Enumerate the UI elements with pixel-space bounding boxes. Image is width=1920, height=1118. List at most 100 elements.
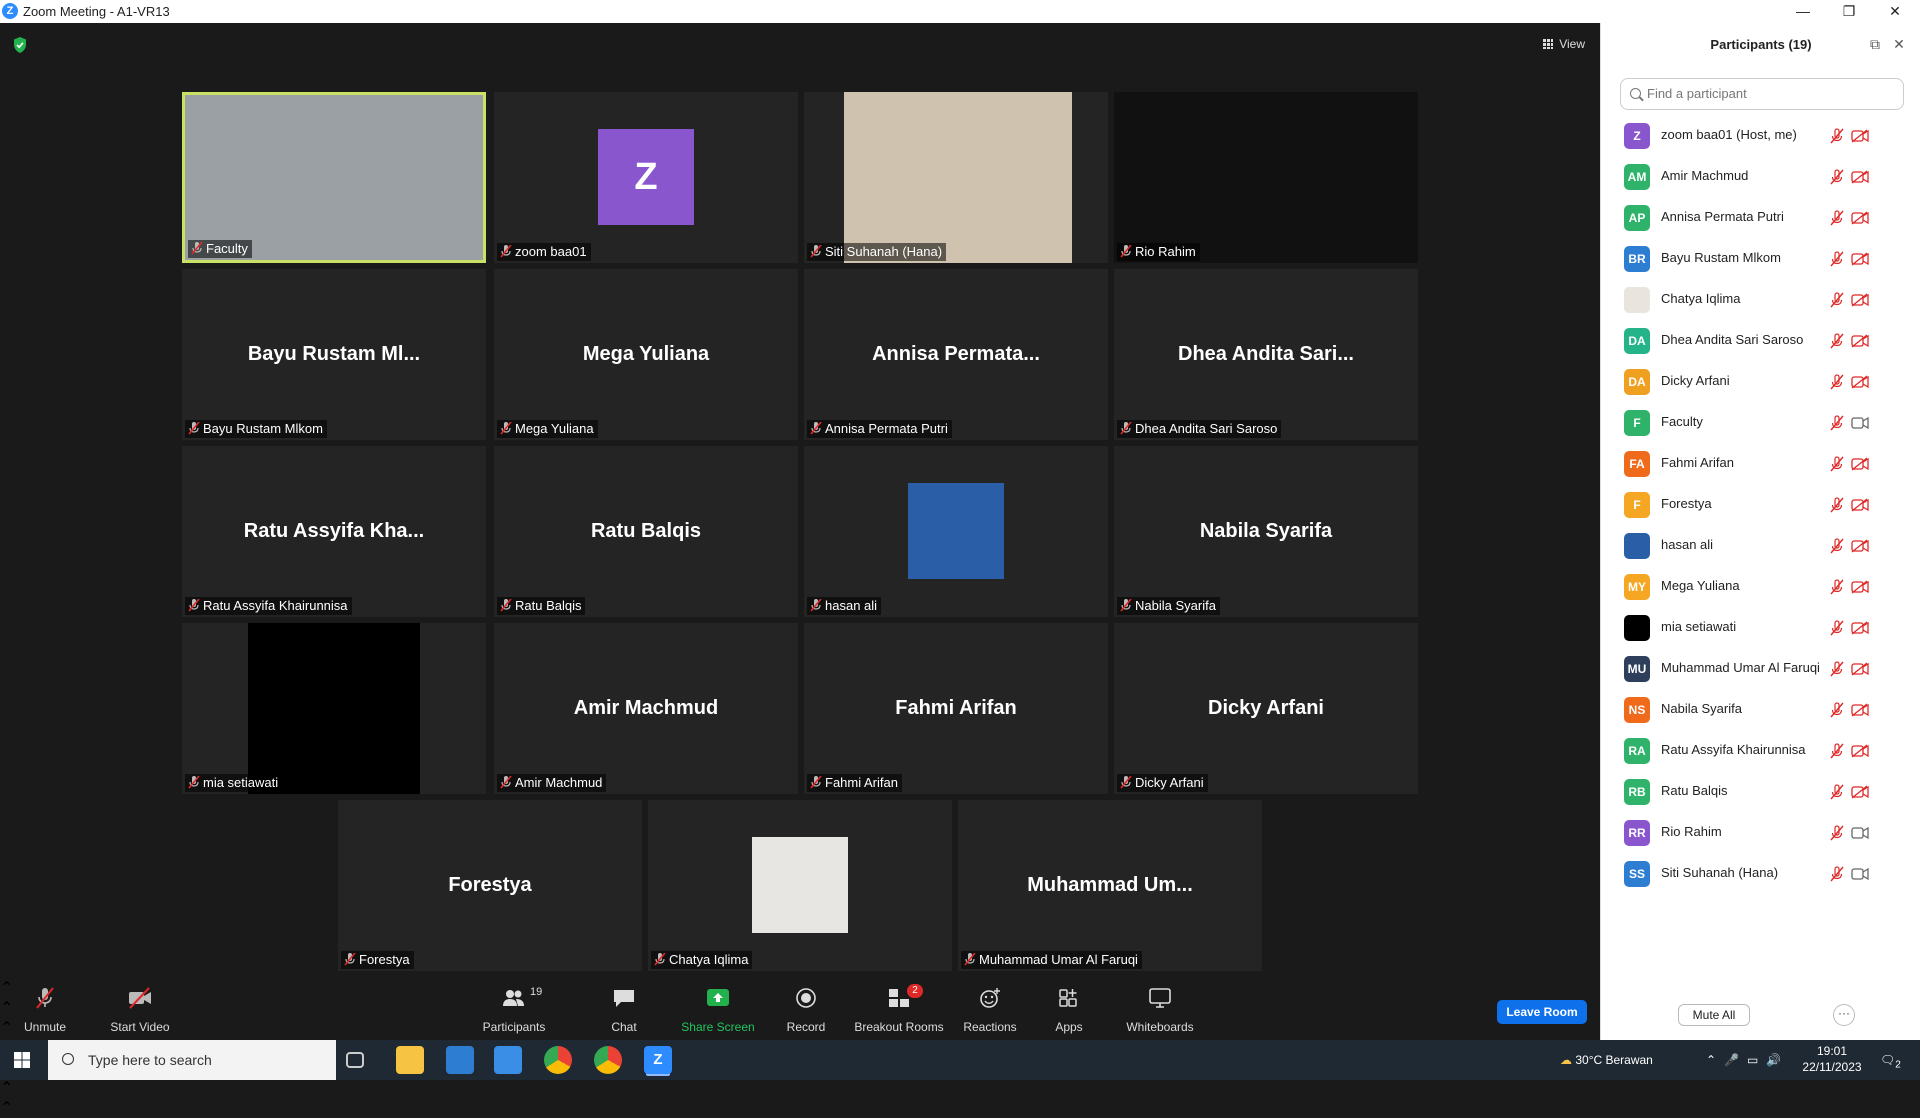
record-button[interactable]: Record: [776, 978, 836, 1040]
participant-row[interactable]: AP Annisa Permata Putri: [1601, 197, 1920, 238]
video-off-icon[interactable]: [1851, 293, 1869, 307]
video-tile[interactable]: Siti Suhanah (Hana): [804, 92, 1108, 263]
video-tile[interactable]: Faculty: [182, 92, 486, 263]
muted-mic-icon[interactable]: [1830, 825, 1844, 841]
muted-mic-icon[interactable]: [1830, 292, 1844, 308]
muted-mic-icon[interactable]: [1830, 497, 1844, 513]
apps-button[interactable]: Apps: [1044, 978, 1094, 1040]
system-tray-icons[interactable]: ⌃🎤▭🔊: [1706, 1040, 1796, 1080]
apps-options-caret[interactable]: ⌃: [0, 1078, 1600, 1098]
video-tile[interactable]: Zzoom baa01: [494, 92, 798, 263]
muted-mic-icon[interactable]: [1830, 210, 1844, 226]
zoom-taskbar-icon[interactable]: Z: [644, 1046, 672, 1074]
participant-row[interactable]: BR Bayu Rustam Mlkom: [1601, 238, 1920, 279]
video-off-icon[interactable]: [1851, 703, 1869, 717]
taskbar-search-box[interactable]: Type here to search: [48, 1040, 336, 1080]
video-tile[interactable]: Muhammad Um... Muhammad Umar Al Faruqi: [958, 800, 1262, 971]
windows-start-icon[interactable]: [14, 1052, 30, 1068]
video-off-icon[interactable]: [1851, 211, 1869, 225]
participant-row[interactable]: RR Rio Rahim: [1601, 812, 1920, 853]
muted-mic-icon[interactable]: [1830, 456, 1844, 472]
video-tile[interactable]: Ratu Balqis Ratu Balqis: [494, 446, 798, 617]
video-off-icon[interactable]: [1851, 375, 1869, 389]
muted-mic-icon[interactable]: [1830, 169, 1844, 185]
video-tile[interactable]: Rio Rahim: [1114, 92, 1418, 263]
chrome-profile-icon[interactable]: [594, 1046, 622, 1074]
muted-mic-icon[interactable]: [1830, 702, 1844, 718]
muted-mic-icon[interactable]: [1830, 743, 1844, 759]
mute-all-button[interactable]: Mute All: [1678, 1004, 1750, 1026]
muted-mic-icon[interactable]: [1830, 128, 1844, 144]
video-tile[interactable]: Dicky Arfani Dicky Arfani: [1114, 623, 1418, 794]
task-view-icon[interactable]: [346, 1052, 364, 1068]
close-panel-icon[interactable]: ✕: [1891, 36, 1907, 52]
video-on-icon[interactable]: [1851, 826, 1869, 840]
muted-mic-icon[interactable]: [1830, 538, 1844, 554]
participants-button[interactable]: 19 Participants: [472, 978, 556, 1040]
store-icon[interactable]: [446, 1046, 474, 1074]
participant-row[interactable]: F Faculty: [1601, 402, 1920, 443]
video-off-icon[interactable]: [1851, 334, 1869, 348]
video-on-icon[interactable]: [1851, 416, 1869, 430]
video-tile[interactable]: Annisa Permata... Annisa Permata Putri: [804, 269, 1108, 440]
maximize-button[interactable]: ❐: [1826, 0, 1872, 23]
video-tile[interactable]: mia setiawati: [182, 623, 486, 794]
muted-mic-icon[interactable]: [1830, 784, 1844, 800]
muted-mic-icon[interactable]: [1830, 866, 1844, 882]
video-tile[interactable]: Chatya Iqlima: [648, 800, 952, 971]
breakout-rooms-button[interactable]: 2 Breakout Rooms: [852, 978, 946, 1040]
muted-mic-icon[interactable]: [1830, 661, 1844, 677]
video-off-icon[interactable]: [1851, 744, 1869, 758]
whiteboards-button[interactable]: Whiteboards: [1120, 978, 1200, 1040]
video-tile[interactable]: Nabila Syarifa Nabila Syarifa: [1114, 446, 1418, 617]
video-off-icon[interactable]: [1851, 457, 1869, 471]
video-tile[interactable]: Fahmi Arifan Fahmi Arifan: [804, 623, 1108, 794]
view-button[interactable]: View: [1537, 33, 1589, 55]
video-tile[interactable]: Forestya Forestya: [338, 800, 642, 971]
pop-out-icon[interactable]: ⧉: [1867, 36, 1883, 52]
video-off-icon[interactable]: [1851, 785, 1869, 799]
participant-row[interactable]: SS Siti Suhanah (Hana): [1601, 853, 1920, 894]
participant-row[interactable]: AM Amir Machmud: [1601, 156, 1920, 197]
participant-row[interactable]: RB Ratu Balqis: [1601, 771, 1920, 812]
mail-icon[interactable]: [494, 1046, 522, 1074]
participant-row[interactable]: DA Dhea Andita Sari Saroso: [1601, 320, 1920, 361]
video-off-icon[interactable]: [1851, 170, 1869, 184]
file-explorer-icon[interactable]: [396, 1046, 424, 1074]
notifications-icon[interactable]: 🗨2: [1880, 1040, 1910, 1080]
video-off-icon[interactable]: [1851, 252, 1869, 266]
video-tile[interactable]: Bayu Rustam Ml... Bayu Rustam Mlkom: [182, 269, 486, 440]
video-off-icon[interactable]: [1851, 498, 1869, 512]
muted-mic-icon[interactable]: [1830, 579, 1844, 595]
video-tile[interactable]: Amir Machmud Amir Machmud: [494, 623, 798, 794]
participant-row[interactable]: NS Nabila Syarifa: [1601, 689, 1920, 730]
video-off-icon[interactable]: [1851, 539, 1869, 553]
participant-row[interactable]: MU Muhammad Umar Al Faruqi: [1601, 648, 1920, 689]
weather-widget[interactable]: ☁ 30°C Berawan: [1560, 1040, 1680, 1080]
share-screen-button[interactable]: Share Screen: [676, 978, 760, 1040]
video-off-icon[interactable]: [1851, 662, 1869, 676]
participant-row[interactable]: FA Fahmi Arifan: [1601, 443, 1920, 484]
security-shield-icon[interactable]: [13, 37, 27, 53]
participant-row[interactable]: hasan ali: [1601, 525, 1920, 566]
video-off-icon[interactable]: [1851, 621, 1869, 635]
whiteboards-options-caret[interactable]: ⌃: [0, 1098, 1600, 1118]
video-tile[interactable]: hasan ali: [804, 446, 1108, 617]
more-options-button[interactable]: ···: [1833, 1004, 1855, 1026]
muted-mic-icon[interactable]: [1830, 415, 1844, 431]
chat-button[interactable]: Chat: [596, 978, 652, 1040]
clock[interactable]: 19:01 22/11/2023: [1802, 1043, 1862, 1083]
muted-mic-icon[interactable]: [1830, 374, 1844, 390]
participant-row[interactable]: F Forestya: [1601, 484, 1920, 525]
muted-mic-icon[interactable]: [1830, 333, 1844, 349]
participant-row[interactable]: Z zoom baa01 (Host, me): [1601, 115, 1920, 156]
video-on-icon[interactable]: [1851, 867, 1869, 881]
leave-room-button[interactable]: Leave Room: [1497, 1000, 1587, 1024]
minimize-button[interactable]: —: [1780, 0, 1826, 23]
muted-mic-icon[interactable]: [1830, 620, 1844, 636]
participant-row[interactable]: mia setiawati: [1601, 607, 1920, 648]
video-tile[interactable]: Mega Yuliana Mega Yuliana: [494, 269, 798, 440]
unmute-button[interactable]: Unmute: [14, 978, 76, 1040]
participant-row[interactable]: RA Ratu Assyifa Khairunnisa: [1601, 730, 1920, 771]
muted-mic-icon[interactable]: [1830, 251, 1844, 267]
